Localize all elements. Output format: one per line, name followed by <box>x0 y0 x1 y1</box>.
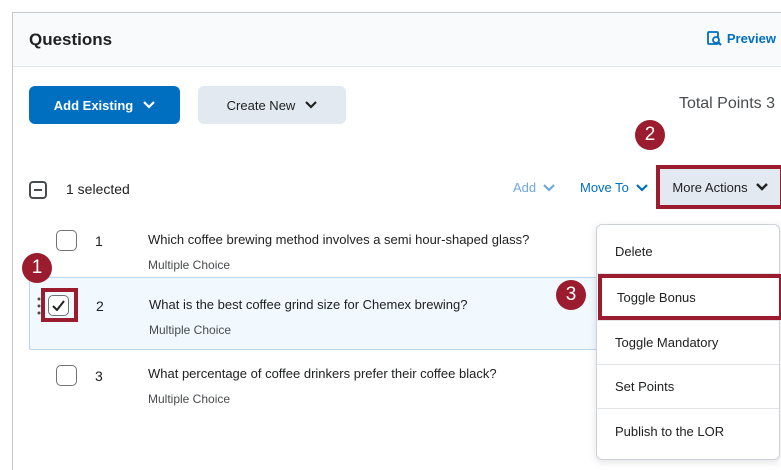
page-title: Questions <box>29 30 113 49</box>
question-number: 2 <box>96 298 104 314</box>
question-checkbox[interactable] <box>56 365 77 386</box>
menu-item-publish-lor[interactable]: Publish to the LOR <box>597 409 779 453</box>
add-existing-label: Add Existing <box>53 97 134 113</box>
question-row-selected: 2 What is the best coffee grind size for… <box>29 277 605 350</box>
question-number: 3 <box>95 368 103 384</box>
chevron-down-icon <box>755 183 768 191</box>
move-to-label: Move To <box>580 180 629 195</box>
callout-badge: 3 <box>556 280 586 310</box>
question-checkbox-checked[interactable] <box>48 295 69 316</box>
select-all-checkbox[interactable] <box>29 181 47 199</box>
preview-link[interactable]: Preview <box>706 31 776 46</box>
create-new-button[interactable]: Create New <box>198 86 346 124</box>
menu-item-set-points[interactable]: Set Points <box>597 364 779 408</box>
question-number: 1 <box>95 233 103 249</box>
question-type: Multiple Choice <box>148 392 231 406</box>
chevron-down-icon <box>305 101 318 109</box>
question-type: Multiple Choice <box>149 323 232 337</box>
callout-badge: 1 <box>22 253 52 283</box>
question-text[interactable]: What percentage of coffee drinkers prefe… <box>148 366 497 381</box>
drag-handle-icon[interactable] <box>37 297 41 315</box>
total-points: Total Points 3 <box>678 95 775 112</box>
preview-label: Preview <box>726 31 776 46</box>
preview-icon <box>706 31 722 46</box>
callout-badge: 2 <box>635 120 665 150</box>
menu-divider <box>597 273 779 274</box>
add-label: Add <box>513 180 537 195</box>
selected-count: 1 selected <box>66 181 130 197</box>
question-checkbox[interactable] <box>56 230 77 251</box>
menu-item-toggle-bonus[interactable]: Toggle Bonus <box>598 274 781 320</box>
chevron-down-icon <box>636 183 648 192</box>
move-to-button[interactable]: Move To <box>580 180 648 195</box>
more-actions-button[interactable]: More Actions <box>656 165 781 209</box>
more-actions-label: More Actions <box>672 179 748 195</box>
question-text[interactable]: What is the best coffee grind size for C… <box>149 297 467 312</box>
panel-header: Questions Preview <box>13 13 781 67</box>
menu-item-toggle-mandatory[interactable]: Toggle Mandatory <box>597 320 779 364</box>
question-type: Multiple Choice <box>148 258 231 272</box>
menu-item-delete[interactable]: Delete <box>597 229 779 273</box>
chevron-down-icon <box>143 101 155 109</box>
add-existing-button[interactable]: Add Existing <box>29 86 180 124</box>
chevron-down-icon <box>543 183 555 192</box>
more-actions-menu: Delete Toggle Bonus Toggle Mandatory Set… <box>596 224 781 460</box>
question-text[interactable]: Which coffee brewing method involves a s… <box>148 232 529 247</box>
add-menu-button[interactable]: Add <box>513 180 555 195</box>
create-new-label: Create New <box>226 97 296 113</box>
checkmark-icon <box>52 300 65 311</box>
